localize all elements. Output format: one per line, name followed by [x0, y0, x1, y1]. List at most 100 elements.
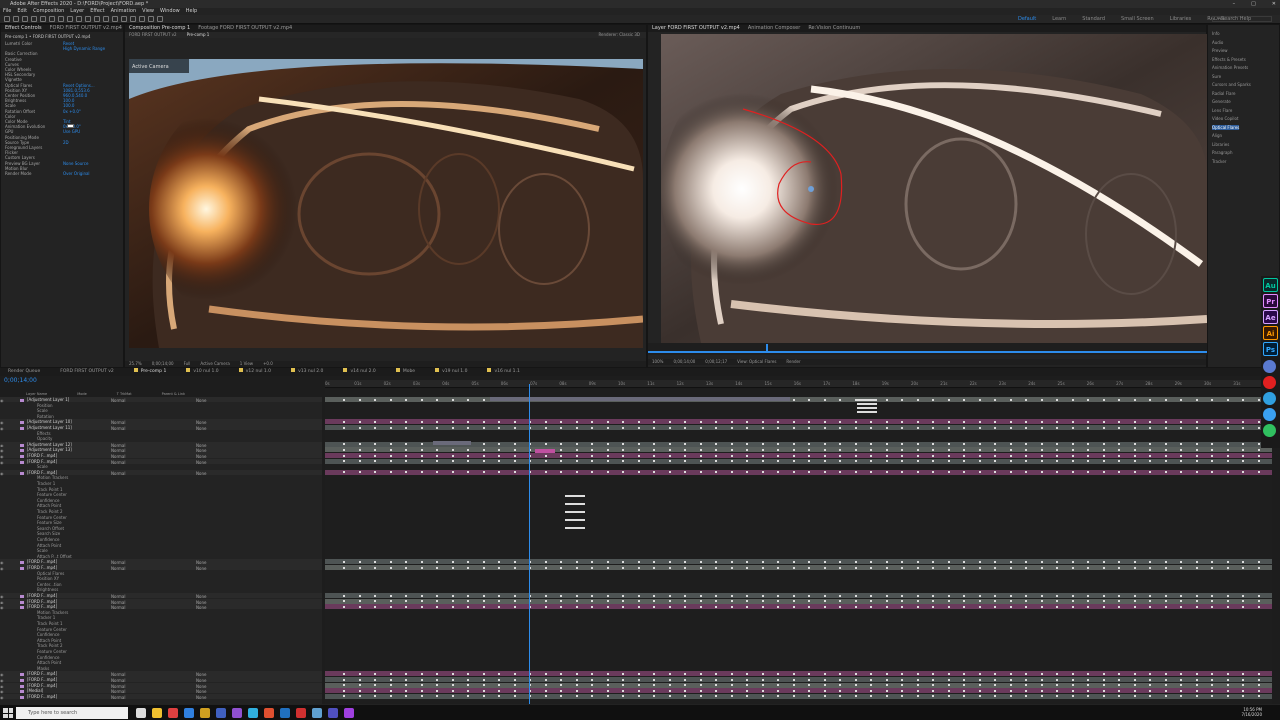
keyframe-marker[interactable] [963, 672, 965, 675]
keyframe-marker[interactable] [808, 398, 810, 401]
windows-start-icon[interactable] [3, 708, 13, 718]
keyframe-marker[interactable] [482, 594, 485, 597]
keyframe-marker[interactable] [637, 460, 640, 463]
keyframe-marker[interactable] [916, 426, 919, 429]
property-row[interactable]: Center...tion [0, 582, 322, 587]
keyframe-marker[interactable] [1056, 678, 1058, 681]
keyframe-marker[interactable] [916, 600, 919, 603]
keyframe-marker[interactable] [823, 695, 826, 698]
keyframe-marker[interactable] [343, 420, 345, 423]
keyframe-marker[interactable] [513, 560, 516, 563]
keyframe-marker[interactable] [1180, 600, 1182, 603]
keyframe-marker[interactable] [1242, 689, 1244, 692]
keyframe-marker[interactable] [1226, 605, 1229, 608]
keyframe-marker[interactable] [916, 398, 919, 401]
menu-item-view[interactable]: View [142, 8, 154, 15]
keyframe-marker[interactable] [1211, 605, 1213, 608]
keyframe-marker[interactable] [653, 454, 655, 457]
keyframe-marker[interactable] [963, 426, 965, 429]
layer-row[interactable]: ◉ [FORD F...mp4] Normal None [0, 453, 322, 459]
keyframe-marker[interactable] [1242, 594, 1244, 597]
keyframe-marker[interactable] [839, 566, 841, 569]
keyframe-marker[interactable] [839, 398, 841, 401]
keyframe-marker[interactable] [870, 600, 872, 603]
keyframe-marker[interactable] [451, 695, 454, 698]
panel-item[interactable]: Radial Flare [1212, 91, 1236, 96]
keyframe-marker[interactable] [1180, 398, 1182, 401]
track-row[interactable] [325, 414, 1272, 419]
layer-label-color[interactable] [20, 662, 24, 665]
keyframe-marker[interactable] [482, 398, 485, 401]
keyframe-marker[interactable] [1211, 454, 1213, 457]
keyframe-marker[interactable] [405, 420, 407, 423]
keyframe-marker[interactable] [498, 678, 500, 681]
property-row[interactable]: Attach Point [0, 543, 322, 548]
keyframe-marker[interactable] [994, 448, 996, 451]
property-row[interactable]: Effects [0, 431, 322, 436]
keyframe-marker[interactable] [575, 566, 578, 569]
keyframe-marker[interactable] [808, 678, 810, 681]
keyframe-marker[interactable] [513, 426, 516, 429]
keyframe-marker[interactable] [374, 566, 376, 569]
keyframe-marker[interactable] [668, 689, 671, 692]
keyframe-marker[interactable] [901, 605, 903, 608]
keyframe-marker[interactable] [482, 420, 485, 423]
keyframe-marker[interactable] [544, 460, 547, 463]
keyframe-marker[interactable] [854, 560, 857, 563]
keyframe-marker[interactable] [420, 689, 423, 692]
keyframe-marker[interactable] [885, 678, 888, 681]
keyframe-marker[interactable] [715, 605, 717, 608]
track-row[interactable] [325, 531, 1272, 536]
keyframe-marker[interactable] [1226, 672, 1229, 675]
keyframe-marker[interactable] [668, 672, 671, 675]
keyframe-marker[interactable] [1087, 560, 1089, 563]
keyframe-marker[interactable] [1133, 460, 1136, 463]
keyframe-marker[interactable] [1071, 471, 1074, 474]
keyframe-marker[interactable] [870, 460, 872, 463]
keyframe-marker[interactable] [699, 605, 702, 608]
effect-control-value[interactable]: 2D [63, 140, 69, 145]
keyframe-marker[interactable] [1257, 695, 1260, 698]
keyframe-marker[interactable] [963, 471, 965, 474]
keyframe-marker[interactable] [622, 426, 624, 429]
keyframe-marker[interactable] [1102, 605, 1105, 608]
keyframe-marker[interactable] [637, 672, 640, 675]
keyframe-marker[interactable] [575, 684, 578, 687]
layer-label-color[interactable] [20, 517, 24, 520]
keyframe-marker[interactable] [1056, 600, 1058, 603]
keyframe-marker[interactable] [622, 594, 624, 597]
keyframe-marker[interactable] [653, 672, 655, 675]
keyframe-marker[interactable] [1025, 454, 1027, 457]
dock-shortcut-icon[interactable] [1263, 408, 1276, 421]
keyframe-marker[interactable] [792, 689, 795, 692]
dock-shortcut-icon[interactable] [1263, 424, 1276, 437]
tool-icon[interactable] [58, 16, 64, 22]
keyframe-marker[interactable] [1025, 471, 1027, 474]
track-row[interactable] [325, 458, 1272, 464]
keyframe-marker[interactable] [792, 678, 795, 681]
keyframe-marker[interactable] [405, 684, 407, 687]
track-row[interactable] [325, 447, 1272, 453]
track-row[interactable] [325, 537, 1272, 542]
keyframe-marker[interactable] [482, 678, 485, 681]
keyframe-marker[interactable] [947, 695, 950, 698]
property-row[interactable]: Confidence [0, 655, 322, 660]
keyframe-marker[interactable] [451, 594, 454, 597]
keyframe-marker[interactable] [1056, 420, 1058, 423]
layer-row[interactable]: ◉ [FORD F...mp4] Normal None [0, 458, 322, 465]
keyframe-marker[interactable] [1133, 443, 1136, 446]
keyframe-marker[interactable] [544, 443, 547, 446]
comp-viewer-control[interactable]: Active Camera [200, 361, 229, 367]
layer-label-color[interactable] [20, 640, 24, 643]
keyframe-marker[interactable] [513, 678, 516, 681]
track-row[interactable] [325, 660, 1272, 665]
panel-item[interactable]: Info [1212, 31, 1220, 36]
keyframe-marker[interactable] [637, 448, 640, 451]
keyframe-marker[interactable] [1118, 560, 1120, 563]
keyframe-marker[interactable] [870, 560, 872, 563]
keyframe-marker[interactable] [684, 600, 686, 603]
keyframe-marker[interactable] [777, 695, 779, 698]
keyframe-marker[interactable] [1149, 605, 1151, 608]
keyframe-marker[interactable] [1180, 471, 1182, 474]
keyframe-marker[interactable] [1257, 460, 1260, 463]
